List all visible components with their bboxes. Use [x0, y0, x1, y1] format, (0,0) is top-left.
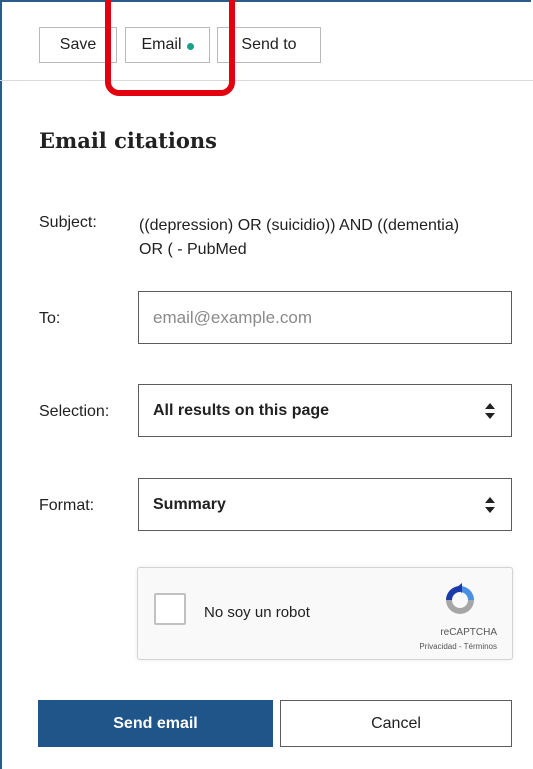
send-email-button[interactable]: Send email	[38, 700, 273, 747]
recaptcha-widget: No soy un robot reCAPTCHA Privacidad - T…	[137, 567, 513, 660]
recaptcha-checkbox[interactable]	[154, 593, 186, 625]
selection-select[interactable]: All results on this page	[138, 384, 512, 437]
recaptcha-label: No soy un robot	[204, 604, 310, 621]
sort-arrows-icon	[485, 497, 495, 513]
format-select[interactable]: Summary	[138, 478, 512, 531]
subject-value: ((depression) OR (suicidio)) AND ((demen…	[139, 217, 460, 258]
panel-title: Email citations	[39, 128, 217, 153]
active-indicator-dot	[186, 42, 194, 50]
send-to-button-label: Send to	[241, 36, 297, 53]
format-label: Format:	[39, 497, 95, 514]
format-value: Summary	[153, 495, 226, 513]
send-to-button[interactable]: Send to	[217, 27, 321, 63]
cancel-button[interactable]: Cancel	[280, 700, 512, 747]
to-label: To:	[39, 310, 61, 327]
recaptcha-brand: reCAPTCHA	[440, 627, 497, 638]
email-button[interactable]: Email	[125, 27, 210, 63]
selection-value: All results on this page	[153, 401, 330, 419]
to-email-input[interactable]	[139, 292, 511, 343]
sort-arrows-icon	[485, 403, 495, 419]
send-email-label: Send email	[113, 714, 198, 732]
email-button-label: Email	[141, 36, 182, 53]
selection-label: Selection:	[39, 403, 110, 420]
to-email-field-wrapper	[138, 291, 512, 344]
save-button-label: Save	[59, 36, 97, 53]
subject-label: Subject:	[39, 214, 97, 231]
recaptcha-logo-icon	[446, 583, 474, 614]
cancel-label: Cancel	[371, 714, 421, 732]
action-toolbar: Save Email Send to	[0, 0, 533, 81]
save-button[interactable]: Save	[39, 27, 117, 63]
recaptcha-terms-link[interactable]: Privacidad - Términos	[419, 642, 497, 651]
